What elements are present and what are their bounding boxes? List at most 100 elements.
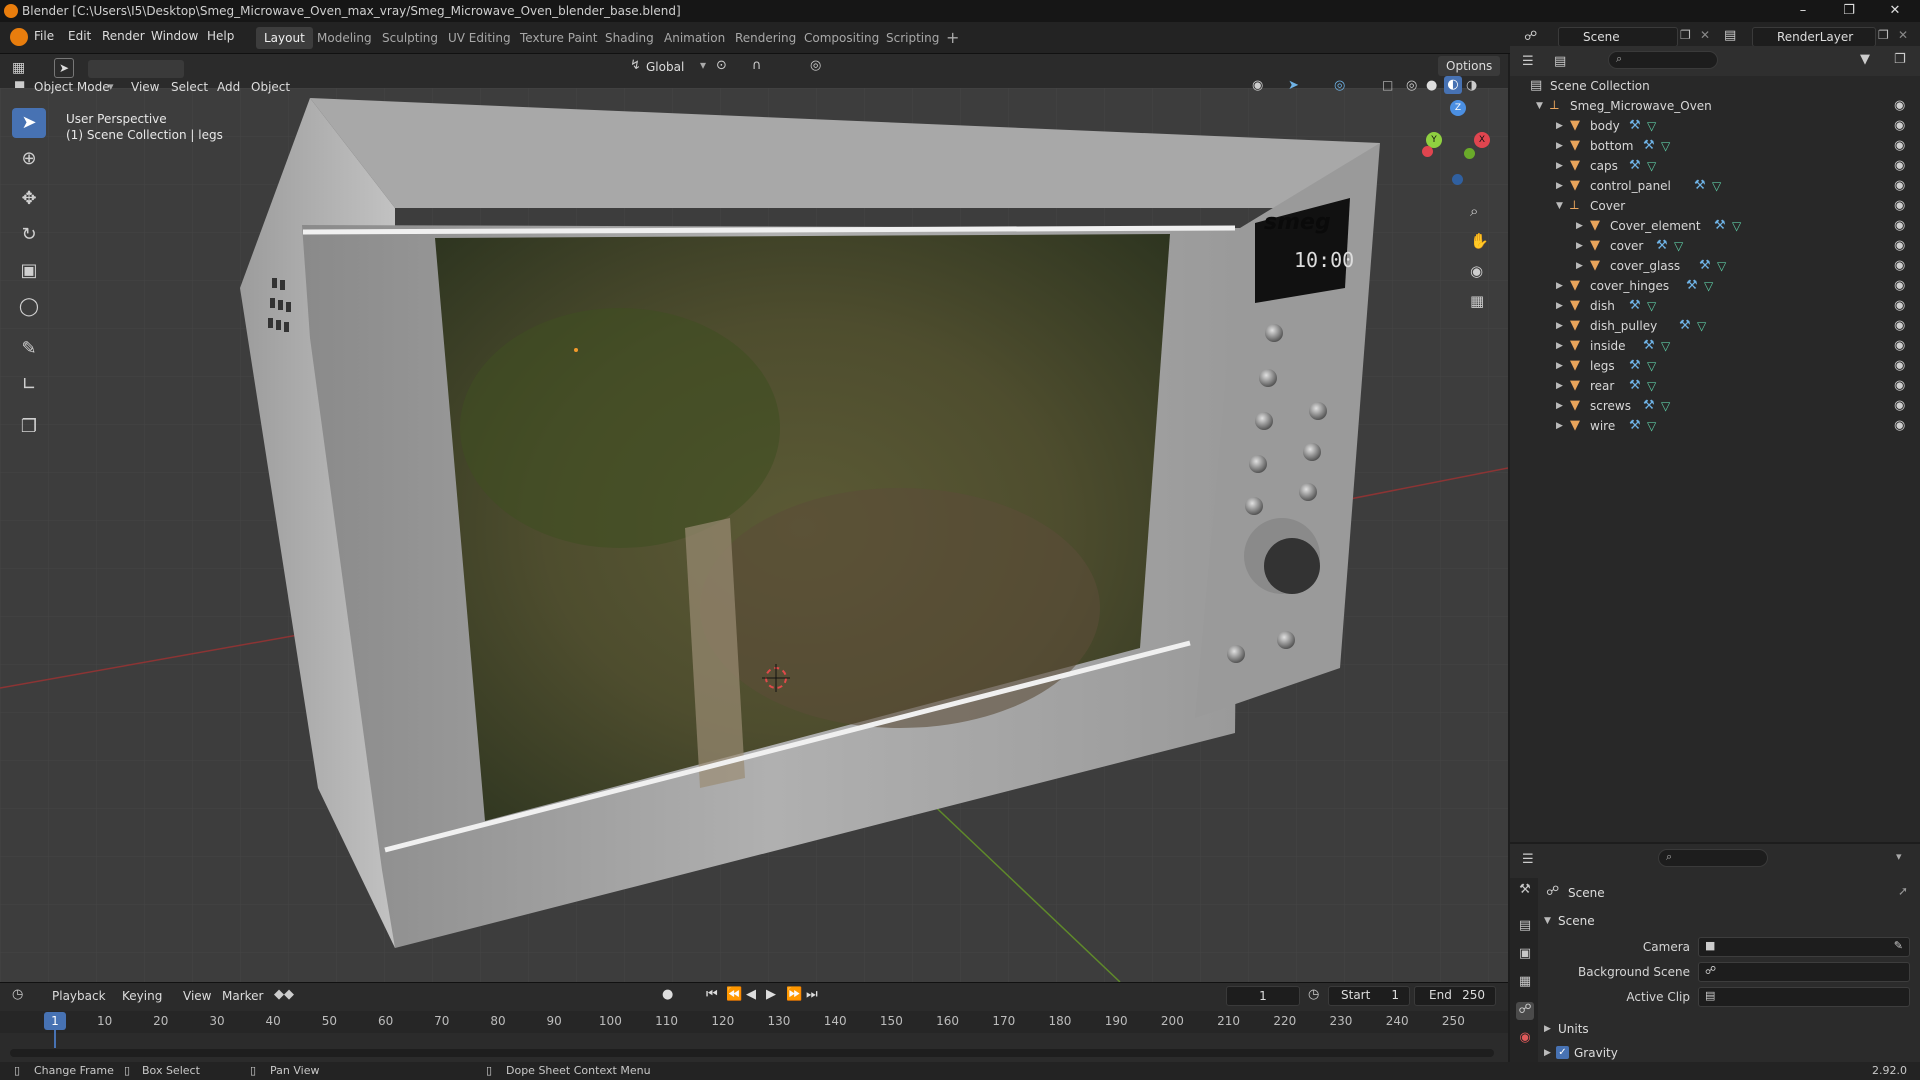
modifier-wrench-icon[interactable]: ⚒	[1643, 336, 1655, 356]
scene-properties-icon[interactable]: ☍	[1516, 1002, 1534, 1020]
tab-layout[interactable]: Layout	[256, 27, 313, 49]
ortho-grid-icon[interactable]: ▦	[1470, 292, 1484, 310]
pivot-icon[interactable]: ⊙	[716, 58, 727, 73]
expand-icon[interactable]: ▶	[1556, 316, 1563, 336]
mesh-data-icon[interactable]: ▽	[1661, 136, 1670, 156]
eye-icon[interactable]: ◉	[1894, 156, 1905, 176]
render-properties-icon[interactable]: ▤	[1516, 918, 1534, 936]
properties-editor-icon[interactable]: ☰	[1522, 852, 1534, 867]
visibility-icon[interactable]: ◉	[1252, 78, 1263, 93]
expand-icon[interactable]: ▶	[1556, 396, 1563, 416]
render-layer-field[interactable]: RenderLayer	[1752, 27, 1876, 47]
expand-icon[interactable]: ▼	[1536, 96, 1543, 116]
chevron-down-icon[interactable]: ▾	[1896, 850, 1902, 863]
tab-texture-paint[interactable]: Texture Paint	[512, 27, 605, 49]
expand-icon[interactable]: ▶	[1576, 216, 1583, 236]
world-properties-icon[interactable]: ◉	[1516, 1030, 1534, 1048]
rendered-shading-icon[interactable]: ◑	[1466, 78, 1477, 93]
pin-icon[interactable]: ➚	[1898, 884, 1908, 898]
modifier-wrench-icon[interactable]: ⚒	[1643, 396, 1655, 416]
outliner-item-inside[interactable]: ▶ ▼ inside ⚒ ▽ ◉	[1510, 336, 1920, 356]
playhead-frame[interactable]: 1	[44, 1012, 66, 1030]
menu-window[interactable]: Window	[151, 29, 198, 43]
gizmo-neg-z[interactable]	[1452, 174, 1463, 185]
editor-type-icon[interactable]: ▦	[12, 60, 25, 76]
expand-icon[interactable]: ▶	[1556, 376, 1563, 396]
prev-keyframe-icon[interactable]: ⏪	[726, 987, 742, 1002]
mesh-data-icon[interactable]: ▽	[1712, 176, 1721, 196]
jump-end-icon[interactable]: ⏭	[806, 987, 818, 1002]
properties-search-input[interactable]	[1658, 849, 1768, 867]
menu-keying[interactable]: Keying	[122, 989, 162, 1003]
expand-icon[interactable]: ▶	[1556, 336, 1563, 356]
add-workspace-icon[interactable]: +	[946, 28, 959, 47]
scene-field[interactable]: Scene	[1558, 27, 1678, 47]
outliner-item-caps[interactable]: ▶ ▼ caps ⚒ ▽ ◉	[1510, 156, 1920, 176]
gizmo-neg-x[interactable]	[1422, 146, 1433, 157]
menu-marker[interactable]: Marker	[222, 989, 263, 1003]
mesh-data-icon[interactable]: ▽	[1697, 316, 1706, 336]
select-box-tool-icon[interactable]: ➤	[12, 108, 46, 138]
mesh-data-icon[interactable]: ▽	[1647, 376, 1656, 396]
menu-object[interactable]: Object	[251, 80, 290, 94]
active-clip-field[interactable]: ▤	[1698, 987, 1910, 1007]
wireframe-shading-icon[interactable]: ◎	[1406, 78, 1417, 93]
solid-shading-icon[interactable]: ●	[1426, 78, 1437, 93]
menu-timeline-view[interactable]: View	[183, 989, 211, 1003]
scene-panel-title[interactable]: Scene	[1558, 914, 1595, 928]
close-window-button[interactable]: ✕	[1872, 0, 1918, 22]
eye-icon[interactable]: ◉	[1894, 176, 1905, 196]
modifier-wrench-icon[interactable]: ⚒	[1656, 236, 1668, 256]
outliner-item-cover-glass[interactable]: ▶ ▼ cover_glass ⚒ ▽ ◉	[1510, 256, 1920, 276]
eye-icon[interactable]: ◉	[1894, 356, 1905, 376]
mesh-data-icon[interactable]: ▽	[1647, 116, 1656, 136]
view-layer-icon[interactable]: ▦	[1516, 974, 1534, 992]
outliner-item-cover-element[interactable]: ▶ ▼ Cover_element ⚒ ▽ ◉	[1510, 216, 1920, 236]
outliner-collection-row[interactable]: ▼ ⟂ Smeg_Microwave_Oven ◉	[1510, 96, 1920, 116]
outliner-item-screws[interactable]: ▶ ▼ screws ⚒ ▽ ◉	[1510, 396, 1920, 416]
menu-edit[interactable]: Edit	[68, 29, 91, 43]
rotate-tool-icon[interactable]: ↻	[12, 220, 46, 250]
mesh-data-icon[interactable]: ▽	[1661, 396, 1670, 416]
eye-icon[interactable]: ◉	[1894, 416, 1905, 436]
panel-expand-icon[interactable]: ▼	[1544, 916, 1551, 926]
mesh-data-icon[interactable]: ▽	[1647, 416, 1656, 436]
menu-help[interactable]: Help	[207, 29, 234, 43]
display-mode-icon[interactable]: ▤	[1554, 54, 1566, 69]
expand-icon[interactable]: ▶	[1556, 156, 1563, 176]
modifier-wrench-icon[interactable]: ⚒	[1629, 376, 1641, 396]
eye-icon[interactable]: ◉	[1894, 276, 1905, 296]
end-frame-field[interactable]: End 250	[1414, 986, 1496, 1006]
play-icon[interactable]: ▶	[766, 987, 776, 1002]
timeline-editor-icon[interactable]: ◷	[12, 987, 23, 1002]
expand-icon[interactable]: ▶	[1556, 356, 1563, 376]
outliner-item-dish-pulley[interactable]: ▶ ▼ dish_pulley ⚒ ▽ ◉	[1510, 316, 1920, 336]
outliner-editor-icon[interactable]: ☰	[1522, 54, 1534, 69]
mesh-data-icon[interactable]: ▽	[1661, 336, 1670, 356]
xray-icon[interactable]: □	[1382, 78, 1393, 92]
gizmo-x-axis[interactable]: X	[1474, 132, 1490, 148]
gizmo-toggle-icon[interactable]: ➤	[1288, 78, 1299, 93]
modifier-wrench-icon[interactable]: ⚒	[1629, 356, 1641, 376]
eye-icon[interactable]: ◉	[1894, 236, 1905, 256]
outliner-item-rear[interactable]: ▶ ▼ rear ⚒ ▽ ◉	[1510, 376, 1920, 396]
eye-icon[interactable]: ◉	[1894, 376, 1905, 396]
modifier-wrench-icon[interactable]: ⚒	[1643, 136, 1655, 156]
modifier-wrench-icon[interactable]: ⚒	[1679, 316, 1691, 336]
modifier-wrench-icon[interactable]: ⚒	[1694, 176, 1706, 196]
tab-animation[interactable]: Animation	[656, 27, 733, 49]
scene-icon[interactable]: ☍	[1524, 29, 1537, 44]
next-keyframe-icon[interactable]: ⏩	[786, 987, 802, 1002]
eye-icon[interactable]: ◉	[1894, 216, 1905, 236]
blender-menu-icon[interactable]	[10, 28, 28, 46]
cursor-tool-icon[interactable]: ⊕	[12, 144, 46, 174]
mesh-data-icon[interactable]: ▽	[1674, 236, 1683, 256]
outliner-item-cover[interactable]: ▼ ⟂ Cover ◉	[1510, 196, 1920, 216]
modifier-wrench-icon[interactable]: ⚒	[1686, 276, 1698, 296]
eye-icon[interactable]: ◉	[1894, 396, 1905, 416]
tab-compositing[interactable]: Compositing	[796, 27, 887, 49]
start-frame-field[interactable]: Start 1	[1328, 986, 1410, 1006]
expand-icon[interactable]: ▶	[1544, 1024, 1551, 1034]
play-reverse-icon[interactable]: ◀	[746, 987, 756, 1002]
move-tool-icon[interactable]: ✥	[12, 184, 46, 214]
